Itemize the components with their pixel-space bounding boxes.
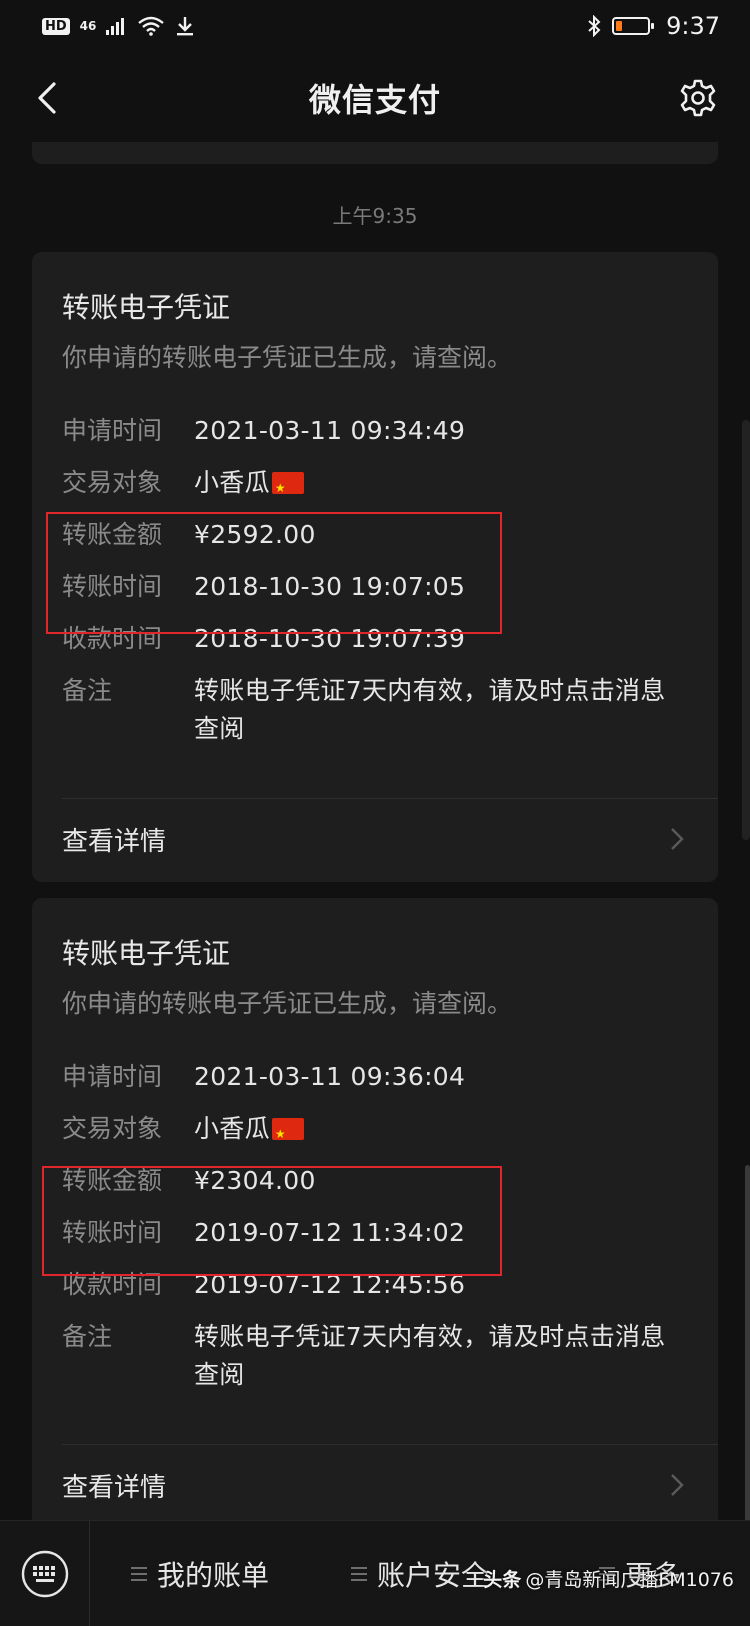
status-time: 9:37 [666,12,720,40]
message-timestamp: 上午9:35 [332,204,418,228]
watermark-logo: 头条 [483,1569,522,1591]
china-flag-icon [271,1115,304,1153]
scrollbar-indicator [742,420,750,840]
view-details-link[interactable]: 查看详情 [62,799,688,879]
row-value: 转账电子凭证7天内有效，请及时点击消息查阅 [194,1322,666,1389]
view-details-label: 查看详情 [62,1472,167,1503]
view-details-link[interactable]: 查看详情 [62,1445,688,1525]
battery-icon [612,17,655,35]
row-note: 备注 转账电子凭证7天内有效，请及时点击消息查阅 [62,672,688,748]
chevron-right-icon [666,828,688,850]
row-value-wrap: 小香瓜 [194,464,688,507]
row-label: 备注 [62,676,113,705]
battery-level [616,21,623,31]
menu-item-label: 我的账单 [156,1558,269,1592]
keyboard-icon [21,1550,68,1597]
chevron-right-icon [666,1474,688,1496]
signal-icon [106,18,125,35]
row-label: 申请时间 [62,1062,163,1091]
menu-item-label: 账户安全 [376,1558,489,1592]
watermark-text: @青岛新闻广播FM1076 [525,1569,734,1591]
download-icon [177,17,194,36]
row-label: 申请时间 [62,416,163,445]
status-right: 9:37 [586,12,720,40]
counterparty-name: 小香瓜 [194,468,270,497]
settings-button[interactable] [674,74,722,122]
watermark: 头条 @青岛新闻广播FM1076 [483,1565,734,1592]
card-title: 转账电子凭证 [62,291,231,324]
bluetooth-icon [588,15,601,37]
card-subtitle: 你申请的转账电子凭证已生成，请查阅。 [62,343,513,372]
row-value-wrap: 小香瓜 [194,1110,688,1153]
row-apply-time: 申请时间 2021-03-11 09:36:04 [62,1058,688,1096]
row-value: 2021-03-11 09:36:04 [194,1062,466,1091]
row-counterparty: 交易对象 小香瓜 [62,464,688,507]
previous-card-edge [32,142,718,164]
wifi-icon [138,16,165,36]
highlight-box [46,512,502,634]
keyboard-toggle-button[interactable] [0,1521,90,1626]
row-note: 备注 转账电子凭证7天内有效，请及时点击消息查阅 [62,1318,688,1394]
menu-lines-icon [130,1566,147,1581]
row-counterparty: 交易对象 小香瓜 [62,1110,688,1153]
status-bar: HD 46 9:37 [0,0,750,52]
title-bar: 微信支付 [0,52,750,144]
row-label: 交易对象 [62,468,163,497]
menu-item-my-bills[interactable]: 我的账单 [90,1554,310,1594]
view-details-label: 查看详情 [62,826,167,857]
network-type-label: 46 [79,19,97,33]
status-left: HD 46 [42,15,196,37]
row-value: 2021-03-11 09:34:49 [194,416,466,445]
back-button[interactable] [22,74,70,122]
page-title: 微信支付 [308,81,441,119]
row-value: 转账电子凭证7天内有效，请及时点击消息查阅 [194,676,666,743]
row-label: 备注 [62,1322,113,1351]
china-flag-icon [271,469,304,507]
gear-icon [680,79,716,117]
menu-lines-icon [350,1566,367,1581]
back-arrow-icon [38,82,56,114]
row-label: 交易对象 [62,1114,163,1143]
row-apply-time: 申请时间 2021-03-11 09:34:49 [62,412,688,450]
scrollbar-indicator [745,1165,750,1525]
counterparty-name: 小香瓜 [194,1114,270,1143]
card-title: 转账电子凭证 [62,937,231,970]
highlight-box [42,1166,502,1276]
hd-badge: HD [42,17,70,35]
card-subtitle: 你申请的转账电子凭证已生成，请查阅。 [62,989,513,1018]
